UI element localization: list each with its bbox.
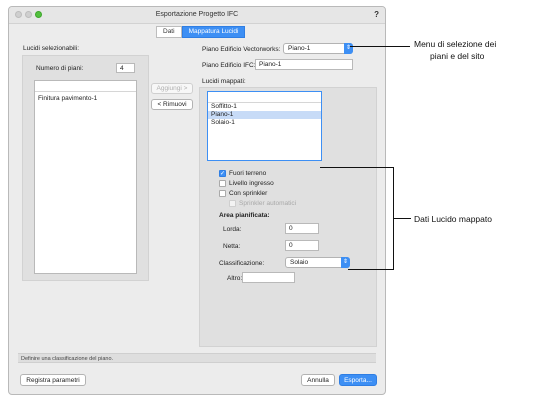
selectable-layers-heading: Lucidi selezionabili: (23, 45, 80, 52)
selectable-layers-panel: Numero di piani: 4 Finitura pavimento-1 (22, 55, 149, 281)
gross-area-label: Lorda: (223, 226, 242, 233)
sprinkler-auto-checkbox[interactable] (229, 200, 236, 207)
callout-line-menu (350, 46, 410, 47)
add-button[interactable]: Aggiungi > (151, 83, 193, 94)
net-area-label: Netta: (223, 243, 241, 250)
above-ground-checkbox[interactable]: ✓ (219, 170, 226, 177)
mapped-layers-list[interactable]: Soffitto-1 Piano-1 Solaio-1 (207, 91, 322, 161)
mapped-layers-panel: Soffitto-1 Piano-1 Solaio-1 ✓ Fuori terr… (199, 87, 377, 347)
title-bar: Esportazione Progetto IFC ? (9, 7, 385, 24)
tab-mappatura-lucidi[interactable]: Mappatura Lucidi (181, 26, 246, 38)
window-title: Esportazione Progetto IFC (155, 11, 239, 18)
list-header (208, 92, 321, 103)
net-area-field[interactable]: 0 (285, 240, 319, 251)
mapped-layers-heading: Lucidi mappati: (202, 78, 246, 85)
callout-line-label (393, 218, 411, 219)
mapped-list-item[interactable]: Soffitto-1 (208, 103, 321, 111)
export-button[interactable]: Esporta... (339, 374, 377, 386)
list-item[interactable]: Finitura pavimento-1 (35, 95, 136, 103)
entrance-level-checkbox[interactable] (219, 180, 226, 187)
mapped-list-item-selected[interactable]: Piano-1 (208, 111, 321, 119)
annotation-menu-line1: Menu di selezione dei (414, 39, 497, 49)
list-header (35, 81, 136, 92)
status-bar: Definire una classificazione del piano. (18, 353, 376, 363)
above-ground-label: Fuori terreno (229, 170, 267, 177)
chevron-updown-icon: ⇕ (344, 43, 353, 54)
ifc-floor-field[interactable]: Piano-1 (255, 59, 353, 70)
sprinkler-checkbox[interactable] (219, 190, 226, 197)
help-icon[interactable]: ? (374, 10, 379, 19)
mapped-list-item[interactable]: Solaio-1 (208, 119, 321, 127)
remove-button[interactable]: < Rimuovi (151, 99, 193, 110)
callout-line-top (320, 167, 394, 168)
vw-floor-select[interactable]: Piano-1 ⇕ (283, 43, 353, 54)
entrance-level-label: Livello ingresso (229, 180, 274, 187)
save-parameters-button[interactable]: Registra parametri (20, 374, 86, 386)
classification-select[interactable]: Solaio ⇕ (285, 257, 350, 268)
classification-label: Classificazione: (219, 260, 265, 267)
tab-bar: Dati Mappatura Lucidi (156, 26, 246, 38)
sprinkler-label: Con sprinkler (229, 190, 268, 197)
dialog-window: Esportazione Progetto IFC ? Dati Mappatu… (8, 6, 386, 395)
ifc-floor-label: Piano Edificio IFC: (202, 62, 256, 69)
vw-floor-value: Piano-1 (288, 45, 311, 52)
floor-count-label: Numero di piani: (36, 65, 84, 72)
sprinkler-auto-label: Sprinkler automatici (239, 200, 297, 207)
annotation-data: Dati Lucido mappato (414, 214, 492, 224)
classification-value: Solaio (290, 259, 309, 266)
other-label: Altro: (227, 275, 243, 282)
tab-dati[interactable]: Dati (156, 26, 182, 38)
other-field[interactable] (242, 272, 295, 283)
cancel-button[interactable]: Annulla (301, 374, 335, 386)
chevron-updown-icon: ⇕ (341, 257, 350, 268)
annotation-menu-line2: piani e del sito (430, 51, 485, 61)
floor-count-field[interactable]: 4 (116, 63, 135, 73)
gross-area-field[interactable]: 0 (285, 223, 319, 234)
vw-floor-label: Piano Edificio Vectorworks: (202, 46, 281, 53)
planned-area-heading: Area pianificata: (219, 212, 270, 219)
callout-line-bottom (348, 269, 394, 270)
selectable-layers-list[interactable]: Finitura pavimento-1 (34, 80, 137, 274)
